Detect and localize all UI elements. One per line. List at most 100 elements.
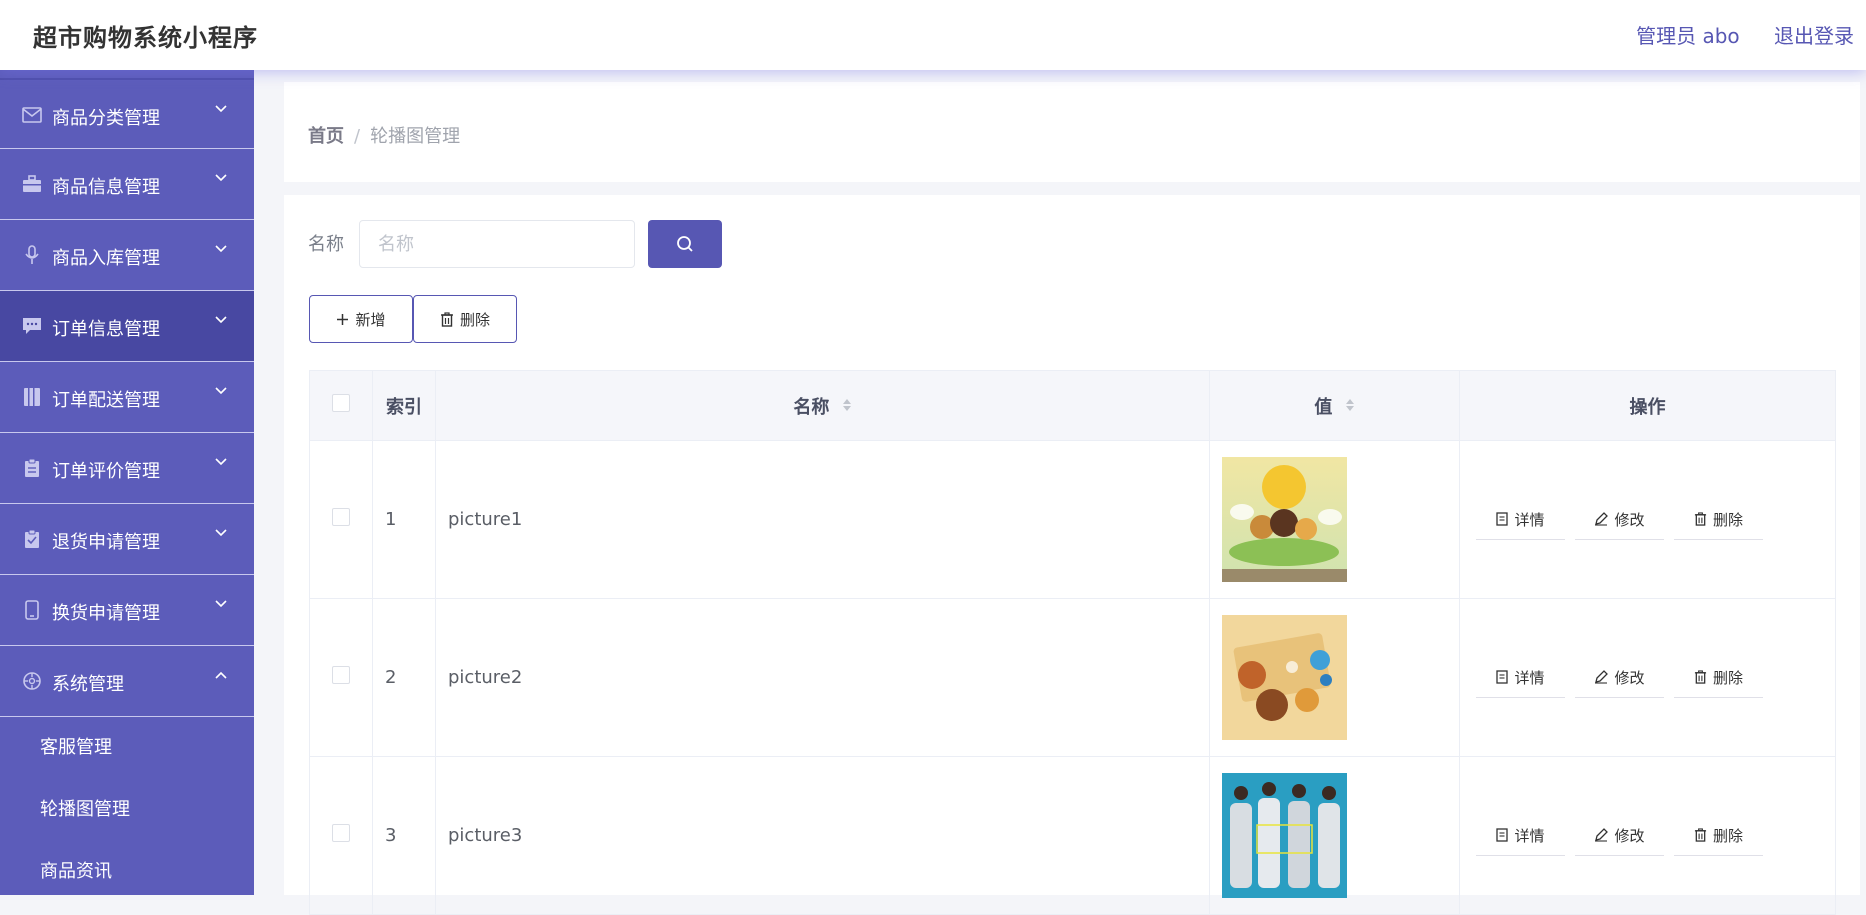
microphone-icon — [22, 245, 42, 264]
delete-button[interactable]: 删除 — [1674, 657, 1763, 698]
trash-icon — [1694, 670, 1707, 684]
sidebar-item-label: 退货申请管理 — [52, 532, 160, 553]
sidebar-item-return-request[interactable]: 退货申请管理 — [0, 504, 254, 575]
sort-icon[interactable] — [842, 397, 852, 418]
edit-label: 修改 — [1614, 668, 1645, 687]
row-checkbox[interactable] — [332, 508, 350, 526]
carousel-image-thumbnail[interactable] — [1222, 615, 1347, 740]
row-select-cell — [309, 598, 373, 757]
pencil-icon — [1594, 828, 1609, 842]
index-header: 索引 — [372, 370, 436, 441]
sort-icon[interactable] — [1345, 397, 1355, 418]
row-actions-cell: 详情 修改 删除 — [1459, 598, 1836, 757]
search-label: 名称 — [308, 234, 344, 255]
search-icon — [676, 235, 694, 253]
app-title: 超市购物系统小程序 — [33, 24, 258, 52]
chevron-down-icon — [214, 595, 228, 609]
row-name: picture2 — [435, 598, 1210, 757]
row-index: 2 — [372, 598, 436, 757]
sidebar-item-label: 订单配送管理 — [52, 390, 160, 411]
name-header[interactable]: 名称 — [435, 370, 1210, 441]
batch-delete-label: 删除 — [459, 310, 490, 329]
chevron-down-icon — [214, 382, 228, 396]
breadcrumb: 首页 / 轮播图管理 — [308, 122, 460, 148]
delete-label: 删除 — [1712, 510, 1743, 529]
sidebar-item-label: 商品入库管理 — [52, 248, 160, 269]
sidebar-item-label: 系统管理 — [52, 674, 124, 695]
chevron-down-icon — [214, 100, 228, 114]
name-header-label: 名称 — [793, 396, 830, 418]
actions-header: 操作 — [1459, 370, 1836, 441]
sidebar-item-order-delivery[interactable]: 订单配送管理 — [0, 362, 254, 433]
edit-button[interactable]: 修改 — [1575, 815, 1664, 856]
compass-icon — [22, 672, 42, 690]
detail-button[interactable]: 详情 — [1476, 499, 1565, 540]
row-actions: 详情 修改 删除 — [1460, 499, 1835, 540]
breadcrumb-home[interactable]: 首页 — [308, 126, 344, 147]
edit-button[interactable]: 修改 — [1575, 499, 1664, 540]
search-button[interactable] — [648, 220, 722, 268]
row-checkbox[interactable] — [332, 666, 350, 684]
carousel-image-thumbnail[interactable] — [1222, 457, 1347, 582]
sidebar-item-label: 商品信息管理 — [52, 177, 160, 198]
logout-link[interactable]: 退出登录 — [1774, 24, 1854, 48]
edit-button[interactable]: 修改 — [1575, 657, 1664, 698]
value-header[interactable]: 值 — [1209, 370, 1460, 441]
clipboard-icon — [22, 458, 42, 477]
chevron-down-icon — [214, 169, 228, 183]
trash-icon — [440, 311, 454, 327]
search-input[interactable] — [359, 220, 635, 268]
pencil-icon — [1594, 670, 1609, 684]
admin-user-label[interactable]: 管理员 abo — [1636, 24, 1740, 48]
sidebar-item-stock-in[interactable]: 商品入库管理 — [0, 220, 254, 291]
row-select-cell — [309, 756, 373, 915]
clipboard-check-icon — [22, 529, 42, 548]
row-index: 3 — [372, 756, 436, 915]
sidebar-subitem-customer-service[interactable]: 客服管理 — [0, 717, 254, 779]
trash-icon — [1694, 828, 1707, 842]
sidebar-item-order-info[interactable]: 订单信息管理 — [0, 291, 254, 362]
phone-icon — [22, 600, 42, 620]
sidebar-item-exchange-request[interactable]: 换货申请管理 — [0, 575, 254, 646]
detail-button[interactable]: 详情 — [1476, 815, 1565, 856]
row-actions-cell: 详情 修改 删除 — [1459, 440, 1836, 599]
carousel-image-thumbnail[interactable] — [1222, 773, 1347, 898]
row-actions: 详情 修改 删除 — [1460, 657, 1835, 698]
sidebar-item-system[interactable]: 系统管理 — [0, 646, 254, 717]
sidebar-item-label: 商品分类管理 — [52, 108, 160, 129]
data-table: 索引 名称 值 操作 1 picture1 详情 修改 删除 2 picture… — [309, 370, 1836, 915]
mail-icon — [22, 106, 42, 124]
chat-icon — [22, 317, 42, 335]
sidebar-item-category[interactable]: 商品分类管理 — [0, 78, 254, 149]
content-card: 名称 新增 删除 索引 名称 值 — [284, 195, 1860, 915]
document-icon — [1496, 512, 1509, 526]
top-header: 超市购物系统小程序 管理员 abo 退出登录 — [0, 0, 1866, 70]
row-checkbox[interactable] — [332, 824, 350, 842]
detail-label: 详情 — [1514, 826, 1545, 845]
sidebar-subitem-carousel[interactable]: 轮播图管理 — [0, 779, 254, 841]
document-icon — [1496, 670, 1509, 684]
sidebar: 商品分类管理 商品信息管理 商品入库管理 订单信息管理 订单配送管理 订单评价管 — [0, 70, 254, 895]
table-header-row: 索引 名称 值 操作 — [309, 370, 1836, 441]
detail-button[interactable]: 详情 — [1476, 657, 1565, 698]
row-image-cell — [1209, 756, 1460, 915]
sidebar-item-product-info[interactable]: 商品信息管理 — [0, 149, 254, 220]
sidebar-item-label: 订单信息管理 — [52, 319, 160, 340]
delete-button[interactable]: 删除 — [1674, 499, 1763, 540]
detail-label: 详情 — [1514, 510, 1545, 529]
row-image-cell — [1209, 440, 1460, 599]
row-image-cell — [1209, 598, 1460, 757]
row-actions-cell: 详情 修改 删除 — [1459, 756, 1836, 915]
delete-button[interactable]: 删除 — [1674, 815, 1763, 856]
table-row: 2 picture2 详情 修改 删除 — [309, 598, 1836, 757]
select-all-checkbox[interactable] — [332, 394, 350, 412]
batch-delete-button[interactable]: 删除 — [413, 295, 517, 343]
sidebar-item-order-review[interactable]: 订单评价管理 — [0, 433, 254, 504]
detail-label: 详情 — [1514, 668, 1545, 687]
breadcrumb-card: 首页 / 轮播图管理 — [284, 82, 1860, 182]
sidebar-subitem-news[interactable]: 商品资讯 — [0, 841, 254, 895]
book-icon — [22, 388, 42, 406]
edit-label: 修改 — [1614, 510, 1645, 529]
breadcrumb-separator: / — [354, 126, 361, 147]
add-button[interactable]: 新增 — [309, 295, 413, 343]
